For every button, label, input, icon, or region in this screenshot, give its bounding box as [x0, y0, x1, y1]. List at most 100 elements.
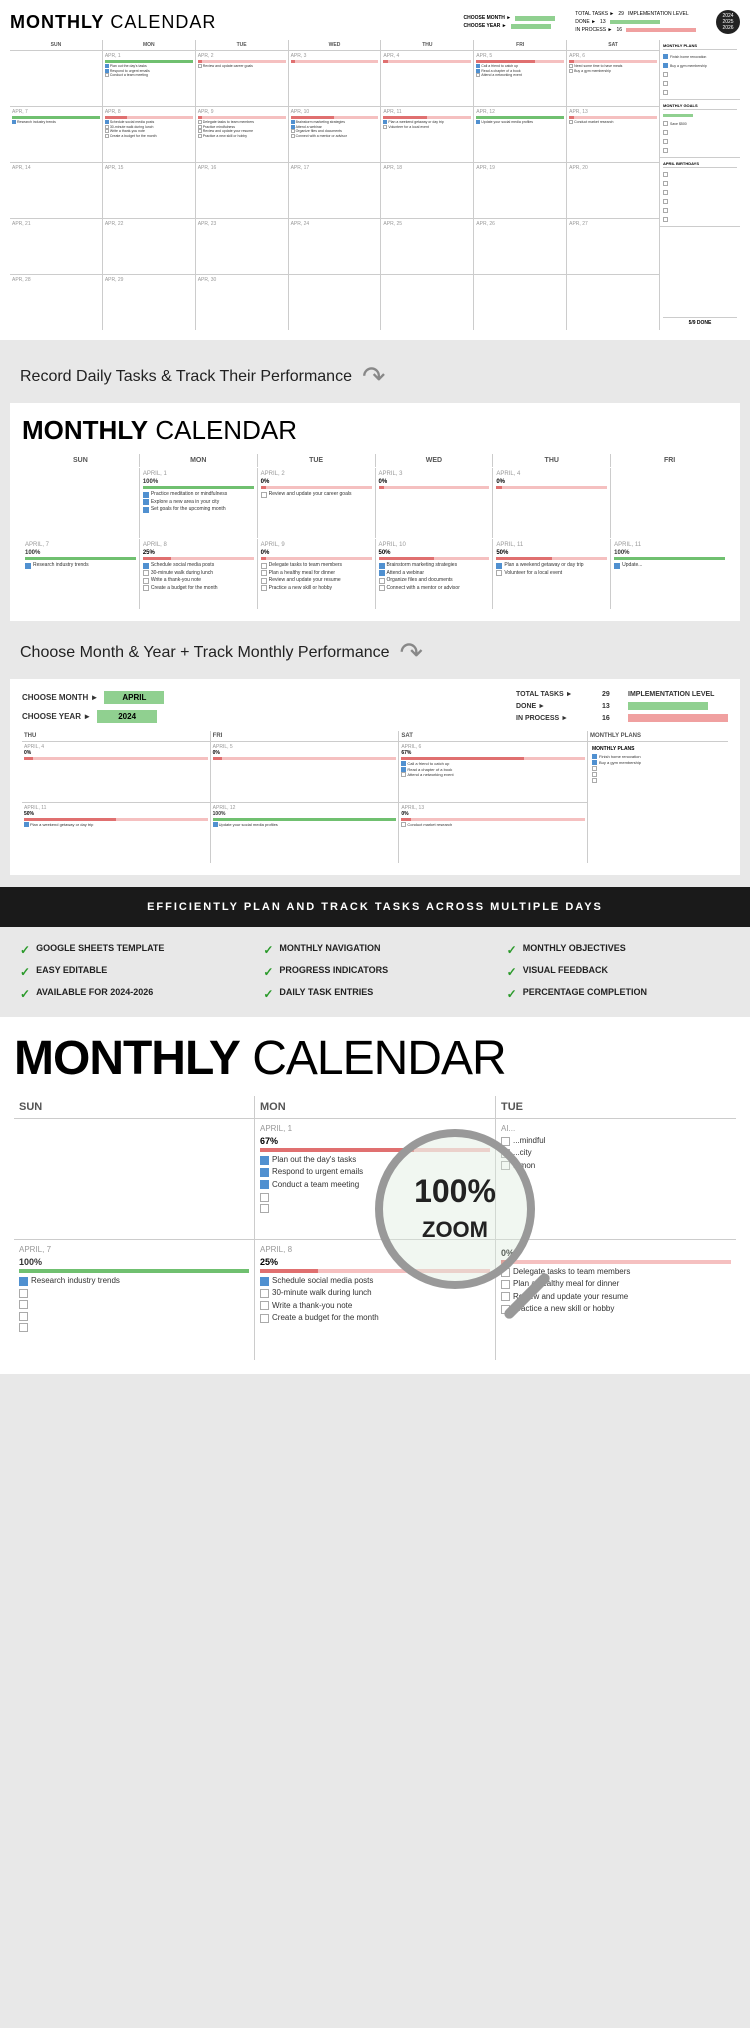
table-row: APR, 22	[103, 219, 195, 274]
table-row: APR, 8 Schedule social media posts 30-mi…	[103, 107, 195, 162]
table-row: APRIL, 7 100% Research industry trends	[14, 1240, 254, 1360]
stats-group: TOTAL TASKS ► 29 IMPLEMENTATION LEVEL DO…	[575, 11, 696, 33]
table-row	[10, 51, 102, 106]
month-selector[interactable]: APRIL	[104, 691, 164, 704]
table-row: APRIL, 7 100% Research industry trends	[22, 539, 139, 609]
monthly-plans-title: MONTHLY PLANS	[663, 43, 737, 50]
zoom-title: MONTHLY CALENDAR	[14, 1031, 736, 1086]
med-col-wed: WED	[376, 454, 493, 467]
feature-item: ✓ MONTHLY NAVIGATION	[263, 943, 486, 957]
check-icon: ✓	[263, 943, 273, 957]
year-selector[interactable]: 2024	[97, 710, 157, 723]
table-row: APR, 1 Plan out the day's tasks Respond …	[103, 51, 195, 106]
feature-label: EASY EDITABLE	[36, 965, 107, 975]
table-row: APR, 11 Plan a weekend getaway or day tr…	[381, 107, 473, 162]
zoom-col-tue: TUE	[496, 1096, 736, 1118]
feature-item: ✓ PERCENTAGE COMPLETION	[507, 987, 730, 1001]
transition-text-2: Choose Month & Year + Track Monthly Perf…	[20, 644, 390, 662]
magnifier-handle	[502, 1271, 551, 1320]
in-process-label: IN PROCESS ►	[575, 27, 612, 33]
table-row	[14, 1119, 254, 1239]
dark-banner-text: EFFICIENTLY PLAN AND TRACK TASKS ACROSS …	[147, 901, 603, 913]
table-row: APR, 13 Conduct market research	[567, 107, 659, 162]
choose-year-label: CHOOSE YEAR ►	[464, 23, 507, 29]
check-icon: ✓	[263, 987, 273, 1001]
table-row: APR, 19	[474, 163, 566, 218]
calendar-header: MONTHLY CALENDAR CHOOSE MONTH ► CHOOSE Y…	[10, 10, 740, 34]
zoom-col-sun: SUN	[14, 1096, 254, 1118]
table-row: APR, 24	[289, 219, 381, 274]
table-row: APR, 4	[381, 51, 473, 106]
table-row: APRIL, 11 100% Update...	[611, 539, 728, 609]
table-row	[567, 275, 659, 330]
table-row	[474, 275, 566, 330]
table-row: APR, 3	[289, 51, 381, 106]
col-sat: SAT	[567, 40, 659, 50]
feature-label: MONTHLY NAVIGATION	[279, 943, 380, 953]
check-icon: ✓	[20, 965, 30, 979]
col-wed: WED	[289, 40, 381, 50]
table-row: APRIL, 11 50% Plan a weekend getaway or …	[22, 803, 210, 863]
table-row: APR, 26	[474, 219, 566, 274]
col-sun: SUN	[10, 40, 102, 50]
check-icon: ✓	[263, 965, 273, 979]
table-row: APR, 9 Delegate tasks to team members Pr…	[196, 107, 288, 162]
med-col-sun: SUN	[22, 454, 139, 467]
feature-label: PROGRESS INDICATORS	[279, 965, 388, 975]
month-bar[interactable]	[515, 16, 555, 21]
table-row: APR, 20	[567, 163, 659, 218]
zoom-col-mon: MON	[255, 1096, 495, 1118]
table-row: APRIL, 8 25% Schedule social media posts…	[140, 539, 257, 609]
magnifier-overlay: 100%ZOOM	[375, 1129, 575, 1329]
done-bar-label: 5/9 DONE	[663, 317, 737, 326]
feature-label: MONTHLY OBJECTIVES	[523, 943, 626, 953]
arrow-icon-1: ↷	[362, 360, 385, 393]
choose-month-label: CHOOSE MONTH ►	[22, 693, 98, 702]
total-tasks-label: TOTAL TASKS ►	[575, 11, 614, 17]
table-row: APR, 28	[10, 275, 102, 330]
in-process-bar	[626, 28, 696, 32]
feature-label: DAILY TASK ENTRIES	[279, 987, 373, 997]
feature-item: ✓ MONTHLY OBJECTIVES	[507, 943, 730, 957]
check-icon: ✓	[507, 987, 517, 1001]
table-row: APR, 16	[196, 163, 288, 218]
right-panel: MONTHLY PLANS Finish home renovation Buy…	[660, 40, 740, 330]
table-row: APRIL, 4 0%	[493, 468, 610, 538]
mini-col-plans: MONTHLY PLANS	[588, 731, 728, 741]
month-year-controls: CHOOSE MONTH ► CHOOSE YEAR ►	[464, 15, 556, 29]
features-section: ✓ GOOGLE SHEETS TEMPLATE ✓ MONTHLY NAVIG…	[0, 927, 750, 1017]
table-row: APR, 29	[103, 275, 195, 330]
table-row: APRIL, 9 0% Delegate tasks to team membe…	[258, 539, 375, 609]
transition-text-1: Record Daily Tasks & Track Their Perform…	[20, 368, 352, 386]
section-med-calendar: MONTHLY CALENDAR SUN MON TUE WED THU FRI…	[10, 403, 740, 621]
table-row: APRIL, 1 100% Practice meditation or min…	[140, 468, 257, 538]
year-badge: 2024 2025 2026	[716, 10, 740, 34]
table-row: APR, 27	[567, 219, 659, 274]
col-fri: FRI	[474, 40, 566, 50]
table-row: APRIL, 6 67% Call a friend to catch up R…	[399, 742, 587, 802]
table-row: APRIL, 2 0% Review and update your caree…	[258, 468, 375, 538]
table-row: APR, 25	[381, 219, 473, 274]
mini-col-fri: FRI	[211, 731, 399, 741]
calendar-title: MONTHLY CALENDAR	[10, 12, 216, 33]
dark-banner: EFFICIENTLY PLAN AND TRACK TASKS ACROSS …	[0, 887, 750, 927]
choose-month-label: CHOOSE MONTH ►	[464, 15, 512, 21]
impl-label: IMPLEMENTATION LEVEL	[628, 11, 689, 17]
med-col-mon: MON	[140, 454, 257, 467]
table-row: APRIL, 11 50% Plan a weekend getaway or …	[493, 539, 610, 609]
arrow-icon-2: ↷	[400, 636, 423, 669]
feature-label: GOOGLE SHEETS TEMPLATE	[36, 943, 164, 953]
table-row: APR, 23	[196, 219, 288, 274]
table-row: APRIL, 1 67% Plan out the day's tasks Re…	[255, 1119, 495, 1239]
med-col-tue: TUE	[258, 454, 375, 467]
col-thu: THU	[381, 40, 473, 50]
zoom-calendar-grid: SUN MON TUE APRIL, 1 67% Plan out the da…	[14, 1096, 736, 1360]
total-tasks-val: 29	[618, 11, 624, 17]
table-row: APR, 10 Brainstorm marketing strategies …	[289, 107, 381, 162]
feature-label: AVAILABLE FOR 2024-2026	[36, 987, 153, 997]
done-val: 13	[600, 19, 606, 25]
year-bar[interactable]	[511, 24, 551, 29]
table-row: APR, 18	[381, 163, 473, 218]
feature-item: ✓ PROGRESS INDICATORS	[263, 965, 486, 979]
table-row: APR, 7 Research industry trends	[10, 107, 102, 162]
